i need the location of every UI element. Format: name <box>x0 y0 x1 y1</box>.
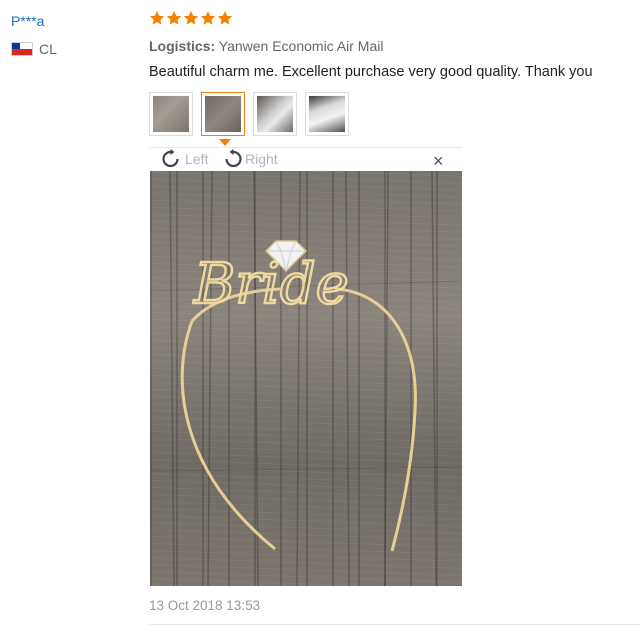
rotate-right-icon <box>225 149 242 168</box>
logistics-info: Logistics: Yanwen Economic Air Mail <box>149 38 383 54</box>
star-icon <box>166 11 182 25</box>
logistics-label: Logistics: <box>149 38 216 54</box>
star-icon <box>183 11 199 25</box>
star-rating <box>149 10 233 26</box>
rotate-left-label: Left <box>185 151 209 167</box>
star-icon <box>200 11 216 25</box>
logistics-value: Yanwen Economic Air Mail <box>218 38 384 54</box>
country-code: CL <box>39 41 57 57</box>
reviewer-country: CL <box>11 41 57 57</box>
chile-flag-icon <box>11 42 33 56</box>
rotate-left-icon <box>162 149 179 168</box>
review-thumbnail[interactable] <box>253 92 297 136</box>
rotate-right-button[interactable]: Right <box>221 149 278 169</box>
review-thumbnail-active[interactable] <box>201 92 245 136</box>
review-divider <box>149 624 641 625</box>
bride-lettering: Bride <box>193 252 349 317</box>
rotate-right-label: Right <box>245 151 278 167</box>
review-thumbnail[interactable] <box>305 92 349 136</box>
thumbnail-strip <box>149 92 349 136</box>
image-viewer-toolbar: Left Right × <box>149 147 462 171</box>
review-photo: Bride <box>150 171 462 586</box>
rotate-left-button[interactable]: Left <box>161 149 208 169</box>
review-date: 13 Oct 2018 13:53 <box>149 598 261 613</box>
review-text: Beautiful charm me. Excellent purchase v… <box>149 64 593 80</box>
headband-photo-art: Bride <box>150 171 462 586</box>
star-icon <box>217 11 233 25</box>
reviewer-name: P***a <box>11 13 45 29</box>
close-viewer-button[interactable]: × <box>433 152 444 170</box>
star-icon <box>149 11 165 25</box>
review-thumbnail[interactable] <box>149 92 193 136</box>
active-thumbnail-pointer <box>219 139 231 146</box>
